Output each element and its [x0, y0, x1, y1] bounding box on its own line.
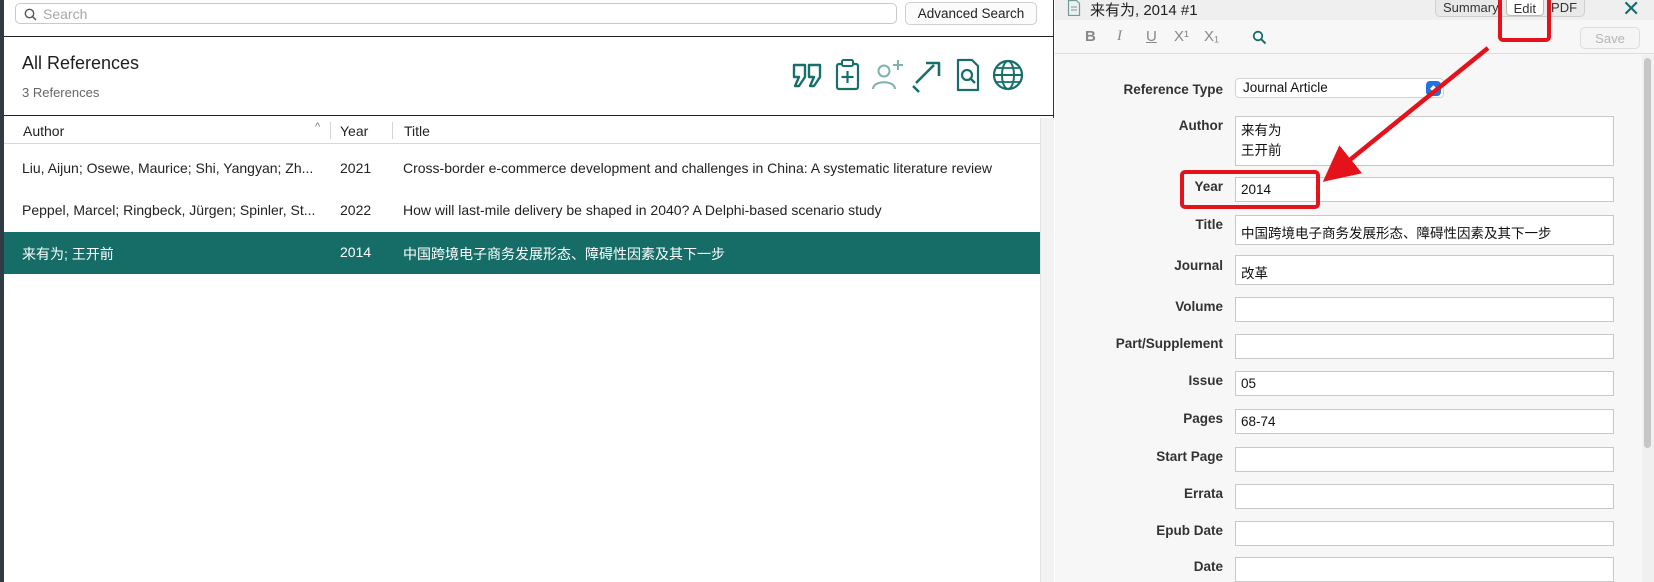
journal-field[interactable]: 改革 — [1235, 255, 1614, 285]
row-title: How will last-mile delivery be shaped in… — [403, 202, 882, 218]
underline-button[interactable]: U — [1146, 28, 1157, 45]
row-title: Cross-border e-commerce development and … — [403, 160, 993, 176]
pages-field[interactable]: 68-74 — [1235, 409, 1614, 434]
panel-scrollbar-thumb[interactable] — [1644, 58, 1651, 448]
document-icon — [1067, 0, 1081, 16]
copy-formatted-icon[interactable] — [830, 57, 866, 93]
row-year: 2014 — [340, 244, 372, 260]
table-scrollbar[interactable] — [1040, 118, 1054, 582]
start-page-field[interactable] — [1235, 447, 1614, 472]
row-author: 来有为; 王开前 — [22, 246, 114, 262]
format-toolbar: B I U X¹ X₁ Save — [1055, 22, 1654, 54]
year-field[interactable]: 2014 — [1235, 177, 1614, 202]
search-input[interactable] — [43, 5, 883, 22]
column-separator[interactable] — [392, 122, 393, 139]
save-button[interactable]: Save — [1580, 27, 1640, 49]
reference-header: 来有为, 2014 #1 Summary Edit PDF ✕ — [1055, 0, 1654, 22]
field-label-volume: Volume — [1175, 299, 1223, 314]
reference-label: 来有为, 2014 #1 — [1090, 2, 1198, 19]
column-header-title[interactable]: Title — [404, 123, 430, 139]
reference-panel: 来有为, 2014 #1 Summary Edit PDF ✕ B I U X¹… — [1055, 0, 1654, 582]
author-field[interactable]: 来有为 王开前 — [1235, 116, 1614, 166]
field-label-date: Date — [1193, 559, 1223, 574]
title-field[interactable]: 中国跨境电子商务发展形态、障碍性因素及其下一步 — [1235, 215, 1614, 245]
search-bar[interactable] — [15, 3, 897, 24]
advanced-search-button[interactable]: Advanced Search — [905, 2, 1037, 25]
sidebar-edge — [0, 0, 4, 582]
sort-ascending-icon[interactable]: ^ — [315, 121, 320, 133]
superscript-button[interactable]: X¹ — [1174, 28, 1189, 45]
library-pane: Advanced Search All References 3 Referen… — [0, 0, 1054, 582]
errata-field[interactable] — [1235, 484, 1614, 509]
app-window: Advanced Search All References 3 Referen… — [0, 0, 1654, 582]
row-author: Liu, Aijun; Osewe, Maurice; Shi, Yangyan… — [22, 160, 314, 176]
subscript-button[interactable]: X₁ — [1204, 28, 1219, 45]
online-search-globe-icon[interactable] — [990, 57, 1026, 93]
italic-button[interactable]: I — [1117, 28, 1122, 45]
table-row-selected[interactable]: 来有为; 王开前 2014 中国跨境电子商务发展形态、障碍性因素及其下一步 — [4, 232, 1040, 274]
field-label-journal: Journal — [1174, 258, 1223, 273]
tab-edit[interactable]: Edit — [1505, 0, 1545, 16]
reference-type-select[interactable]: Journal Article — [1235, 78, 1444, 98]
field-label-year: Year — [1194, 179, 1223, 194]
field-label-part-supplement: Part/Supplement — [1115, 336, 1223, 351]
tab-pdf[interactable]: PDF — [1544, 0, 1584, 16]
insert-citation-icon[interactable] — [790, 57, 826, 93]
column-header-author[interactable]: Author — [23, 123, 64, 139]
library-toolbar — [790, 57, 1040, 95]
find-fulltext-icon[interactable] — [950, 57, 986, 93]
tab-summary[interactable]: Summary — [1436, 0, 1506, 16]
group-title: All References — [22, 53, 140, 73]
field-label-title: Title — [1195, 217, 1223, 232]
volume-field[interactable] — [1235, 297, 1614, 322]
table-row[interactable]: Peppel, Marcel; Ringbeck, Jürgen; Spinle… — [4, 190, 1040, 232]
row-year: 2021 — [340, 160, 372, 176]
date-field[interactable] — [1235, 557, 1614, 582]
epub-date-field[interactable] — [1235, 521, 1614, 546]
issue-field[interactable]: 05 — [1235, 371, 1614, 396]
table-header: Author ^ Year Title — [4, 118, 1040, 144]
field-label-epub-date: Epub Date — [1156, 523, 1223, 538]
bold-button[interactable]: B — [1085, 28, 1096, 45]
field-label-errata: Errata — [1183, 486, 1223, 501]
export-arrow-icon[interactable] — [910, 57, 946, 93]
row-author: Peppel, Marcel; Ringbeck, Jürgen; Spinle… — [22, 202, 316, 218]
field-label-author: Author — [1178, 118, 1223, 133]
select-chevron-icon[interactable]: ◆ — [1426, 81, 1441, 96]
field-label-start-page: Start Page — [1156, 449, 1223, 464]
column-header-year[interactable]: Year — [340, 123, 368, 139]
divider — [4, 115, 1054, 116]
close-icon[interactable]: ✕ — [1622, 0, 1640, 22]
share-user-icon[interactable] — [870, 57, 906, 93]
table-row[interactable]: Liu, Aijun; Osewe, Maurice; Shi, Yangyan… — [4, 148, 1040, 190]
find-icon[interactable] — [1252, 30, 1267, 45]
field-label-reference-type: Reference Type — [1123, 82, 1223, 97]
divider — [4, 36, 1054, 37]
column-separator[interactable] — [330, 122, 331, 139]
reference-count: 3 References — [22, 85, 100, 100]
row-year: 2022 — [340, 202, 372, 218]
row-title: 中国跨境电子商务发展形态、障碍性因素及其下一步 — [403, 246, 725, 262]
view-tabs: Summary Edit PDF — [1435, 0, 1586, 17]
search-icon — [24, 8, 37, 21]
field-label-issue: Issue — [1188, 373, 1223, 388]
field-label-pages: Pages — [1183, 411, 1223, 426]
part-supplement-field[interactable] — [1235, 334, 1614, 359]
